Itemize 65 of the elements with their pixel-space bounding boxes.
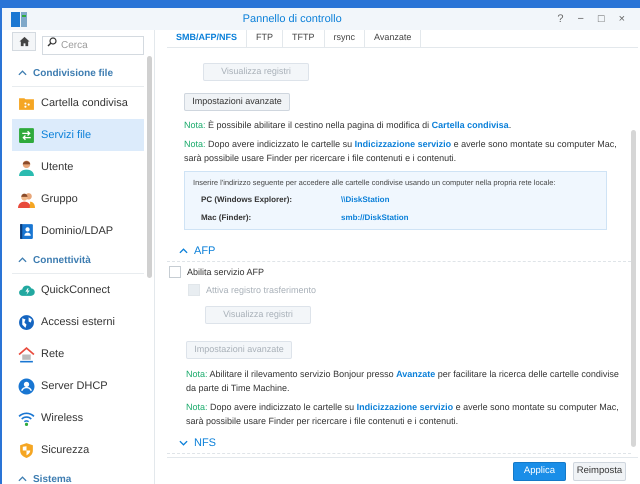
link[interactable]: Indicizzazione servizio	[354, 139, 452, 149]
sidebar-item[interactable]: Dominio/LDAP	[12, 215, 144, 247]
exchange-icon	[18, 126, 35, 144]
reset-button[interactable]: Reimposta	[573, 462, 626, 480]
tab[interactable]: Avanzate	[365, 29, 422, 47]
home-icon	[18, 36, 30, 47]
sidebar-item[interactable]: Gruppo	[12, 183, 144, 215]
scrollbar[interactable]	[631, 130, 636, 447]
section-header[interactable]: AFP	[167, 240, 631, 262]
sidebar-item[interactable]: QuickConnect	[12, 274, 144, 306]
note-text: Nota: Dopo avere indicizzato le cartelle su Indicizzazione servizio e averle sono montate su computer Mac, sarà possibile usare Finder per ricercare i file contenuti e i contenuti.	[184, 138, 618, 165]
close-button[interactable]: ×	[618, 14, 625, 24]
sidebar-item[interactable]: Accessi esterni	[12, 306, 144, 338]
tab[interactable]: TFTP	[283, 29, 325, 47]
contact-book-icon	[18, 222, 35, 240]
apply-button[interactable]: Applica	[513, 462, 566, 480]
link[interactable]: Indicizzazione servizio	[356, 402, 454, 412]
chevron-up-icon[interactable]	[18, 70, 27, 76]
note-text: Nota: È possibile abilitare il cestino nella pagina di modifica di Cartella condivisa.	[184, 119, 512, 132]
globe-icon	[18, 314, 35, 330]
house-icon	[18, 346, 35, 362]
tab[interactable]: rsync	[324, 29, 366, 47]
sidebar-item[interactable]: Rete	[12, 338, 144, 370]
chevron-down-icon[interactable]	[179, 440, 188, 446]
search-icon	[47, 37, 57, 47]
sidebar-item[interactable]: Cartella condivisa	[12, 87, 144, 119]
group-icon	[18, 190, 35, 208]
link[interactable]: \\DiskStation	[341, 194, 390, 206]
field-label: Mac (Finder):	[201, 212, 252, 224]
section-header[interactable]: NFS	[167, 432, 631, 454]
window-title: Pannello di controllo	[242, 12, 343, 27]
chevron-up-icon[interactable]	[18, 476, 27, 482]
link[interactable]: smb://DiskStation	[341, 212, 409, 224]
checkbox[interactable]	[169, 266, 181, 278]
user-icon	[18, 158, 35, 176]
link[interactable]: Avanzate	[396, 369, 436, 380]
sidebar-item[interactable]: Wireless	[12, 402, 144, 434]
help-button[interactable]: ?	[557, 14, 564, 24]
search-field[interactable]: Cerca	[42, 36, 144, 55]
sidebar-section-header[interactable]: Condivisione file	[12, 60, 144, 87]
chevron-up-icon[interactable]	[179, 248, 188, 254]
network-user-icon	[18, 378, 35, 394]
note-text: Nota: Dopo avere indicizzato le cartelle su Indicizzazione servizio e averle sono montate su computer Mac, sarà possibile usare Finder per ricercare i file contenuti e i contenuti.	[186, 401, 620, 428]
checkbox-label: Abilita servizio AFP	[187, 266, 264, 278]
home-button[interactable]	[12, 32, 36, 51]
shield-icon	[18, 442, 35, 458]
sidebar-item[interactable]: Server DHCP	[12, 370, 144, 402]
button[interactable]: Impostazioni avanzate	[184, 92, 290, 111]
chevron-up-icon[interactable]	[18, 257, 27, 263]
sidebar-section-header[interactable]: Sistema	[12, 466, 144, 484]
sidebar-item[interactable]: Sicurezza	[12, 434, 144, 466]
link[interactable]: Cartella condivisa	[432, 120, 509, 130]
minimize-button[interactable]: −	[577, 14, 584, 24]
sidebar-item[interactable]: Utente	[12, 151, 144, 183]
note-text: Nota: Abilitare il rilevamento servizio Bonjour presso Avanzate per facilitare la ricerca delle cartelle condivise da parte di Time Machine.	[186, 368, 620, 396]
wifi-icon	[18, 410, 35, 426]
sidebar-item[interactable]: Servizi file	[12, 119, 144, 151]
checkbox-label: Attiva registro trasferimento	[206, 284, 316, 297]
scrollbar[interactable]	[147, 56, 152, 278]
maximize-button[interactable]: □	[598, 14, 605, 24]
app-icon	[11, 12, 27, 26]
tab[interactable]: FTP	[247, 29, 284, 47]
tab[interactable]: SMB/AFP/NFS	[167, 29, 248, 47]
field-label: PC (Windows Explorer):	[201, 194, 294, 206]
sidebar-section-header[interactable]: Connettività	[12, 247, 144, 274]
